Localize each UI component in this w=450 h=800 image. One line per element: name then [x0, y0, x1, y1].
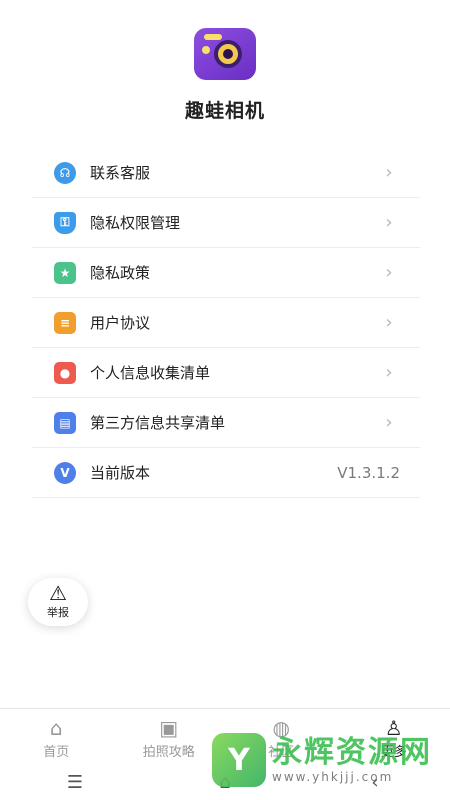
menu-item-privacy-policy[interactable]: ★ 隐私政策 ›	[32, 248, 420, 298]
chevron-right-icon: ›	[385, 312, 393, 333]
menu-icon[interactable]: ☰	[45, 772, 105, 793]
chevron-right-icon: ›	[385, 162, 393, 183]
watermark: Y 永辉资源网 www.yhkjjj.com	[212, 728, 442, 792]
tab-home[interactable]: ⌂ 首页	[0, 709, 113, 762]
menu-item-third-party-sharing[interactable]: ▤ 第三方信息共享清单 ›	[32, 398, 420, 448]
watermark-name: 永辉资源网	[272, 735, 432, 770]
menu-item-current-version: V 当前版本 V1.3.1.2	[32, 448, 420, 498]
headset-icon: ☊	[54, 161, 76, 184]
app-name: 趣蛙相机	[184, 100, 265, 122]
version-value: V1.3.1.2	[337, 463, 400, 482]
watermark-url: www.yhkjjj.com	[272, 770, 394, 784]
tab-label: 首页	[43, 745, 70, 760]
chevron-right-icon: ›	[385, 212, 393, 233]
app-logo-icon	[194, 28, 256, 80]
watermark-text: 永辉资源网 www.yhkjjj.com	[272, 735, 432, 785]
menu-item-label: 第三方信息共享清单	[90, 414, 226, 432]
version-v-icon: V	[54, 461, 76, 484]
chevron-right-icon: ›	[385, 262, 393, 283]
menu-item-personal-info-list[interactable]: ● 个人信息收集清单 ›	[32, 348, 420, 398]
menu-item-label: 联系客服	[90, 164, 151, 182]
menu-item-label: 隐私权限管理	[90, 214, 181, 232]
report-button[interactable]: ⚠ 举报	[28, 578, 88, 626]
home-icon: ⌂	[49, 716, 63, 740]
menu-item-label: 当前版本	[90, 464, 151, 482]
star-bookmark-icon: ★	[54, 261, 76, 284]
menu-item-contact-support[interactable]: ☊ 联系客服 ›	[32, 148, 420, 198]
menu-item-label: 个人信息收集清单	[90, 364, 211, 382]
watermark-logo-icon: Y	[212, 733, 266, 787]
warning-triangle-icon: ⚠	[49, 581, 67, 605]
person-icon: ●	[54, 361, 76, 384]
settings-menu: ☊ 联系客服 › ⚿ 隐私权限管理 › ★ 隐私政策 › ≡ 用户协议 › ● …	[32, 148, 420, 498]
chevron-right-icon: ›	[385, 362, 393, 383]
shield-key-icon: ⚿	[54, 211, 76, 234]
menu-item-label: 用户协议	[90, 314, 151, 332]
document-icon: ≡	[54, 311, 76, 334]
app-header: 趣蛙相机	[0, 28, 450, 123]
tab-photo-guide[interactable]: ▣ 拍照攻略	[113, 709, 226, 762]
menu-item-label: 隐私政策	[90, 264, 151, 282]
camera-icon: ▣	[159, 716, 179, 740]
menu-item-privacy-permissions[interactable]: ⚿ 隐私权限管理 ›	[32, 198, 420, 248]
report-label: 举报	[47, 606, 69, 619]
tab-label: 拍照攻略	[142, 745, 195, 760]
chevron-right-icon: ›	[385, 412, 393, 433]
list-document-icon: ▤	[54, 411, 76, 434]
menu-item-user-agreement[interactable]: ≡ 用户协议 ›	[32, 298, 420, 348]
